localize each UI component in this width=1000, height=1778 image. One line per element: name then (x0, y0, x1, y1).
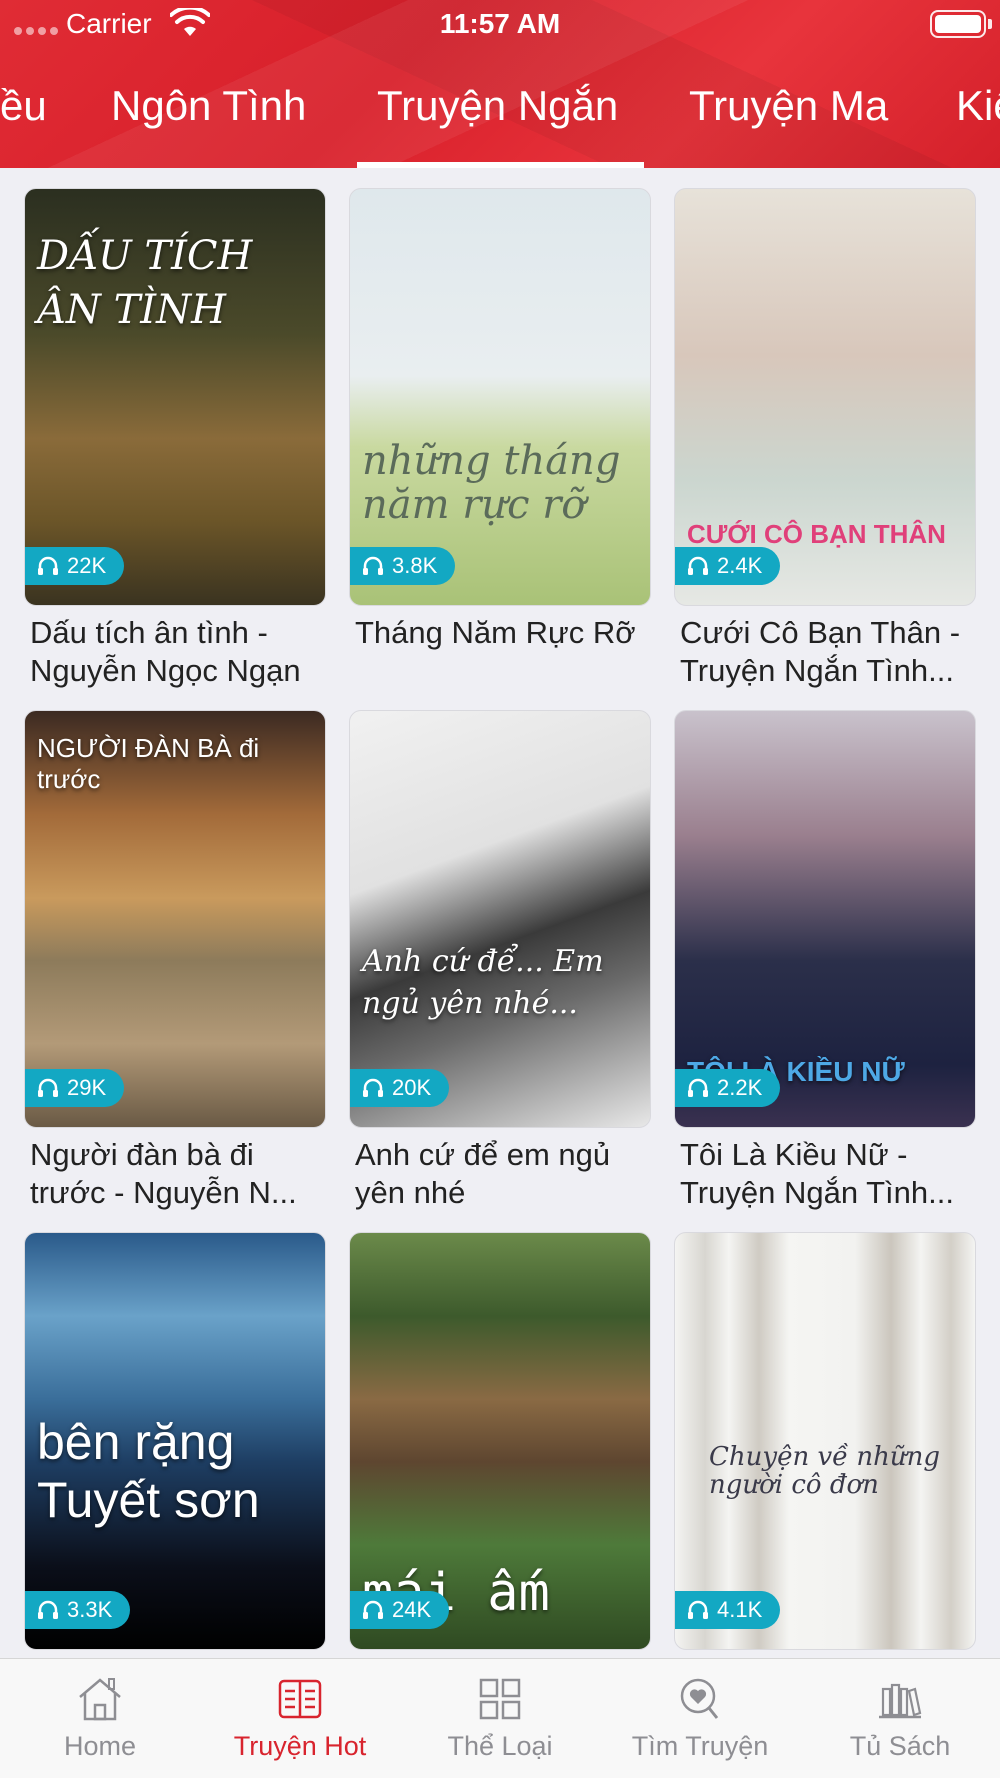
headphones-icon (38, 1600, 58, 1619)
listen-count: 29K (67, 1075, 107, 1100)
book-card[interactable]: những tháng năm rực rỡ 3.8K Tháng Năm Rự… (349, 188, 651, 652)
headphones-icon (363, 1078, 383, 1097)
tabbar-search-label: Tìm Truyện (631, 1731, 769, 1761)
book-card[interactable]: Anh cứ để... Em ngủ yên nhé... 20K Anh c… (349, 710, 651, 1212)
book-cover[interactable]: CƯỚI CÔ BẠN THÂN 2.4K (674, 188, 976, 606)
book-cover[interactable]: mái ấm 24K (349, 1232, 651, 1650)
cover-text: Anh cứ để... Em ngủ yên nhé... (362, 944, 604, 1021)
listen-count-badge: 2.4K (675, 547, 781, 585)
cover-text: NGƯỜI ĐÀN BÀ đi trước (37, 733, 260, 794)
battery-icon (930, 10, 992, 38)
cover-text: CƯỚI CÔ BẠN THÂN (687, 519, 946, 549)
book-cover[interactable]: DẤU TÍCH ÂN TÌNH 22K (24, 188, 326, 606)
tabbar-hot[interactable]: Truyện Hot (200, 1675, 400, 1762)
bottom-tab-bar: Home Truyện Hot Thể Loại Tìm Truyện Tủ S… (0, 1658, 1000, 1778)
tabbar-categories[interactable]: Thể Loại (400, 1675, 600, 1762)
tab-previous[interactable]: ều (0, 82, 47, 130)
home-icon (79, 1678, 121, 1721)
headphones-icon (363, 1600, 383, 1619)
book-card[interactable]: bên rặng Tuyết sơn 3.3K (24, 1232, 326, 1658)
tabbar-bookshelf-label: Tủ Sách (849, 1731, 951, 1761)
cover-text: Chuyện về những người cô đơn (709, 1442, 941, 1500)
book-card[interactable]: DẤU TÍCH ÂN TÌNH 22K Dấu tích ân tình - … (24, 188, 326, 690)
listen-count-badge: 24K (350, 1591, 450, 1629)
tabbar-search[interactable]: Tìm Truyện (600, 1675, 800, 1762)
listen-count: 3.8K (392, 553, 438, 578)
cover-text: những tháng năm rực rỡ (362, 438, 621, 528)
tab-truyen-ma[interactable]: Truyện Ma (689, 82, 888, 130)
book-cover[interactable]: những tháng năm rực rỡ 3.8K (349, 188, 651, 606)
tabbar-hot-label: Truyện Hot (233, 1731, 367, 1761)
book-cover[interactable]: bên rặng Tuyết sơn 3.3K (24, 1232, 326, 1650)
headphones-icon (688, 556, 708, 575)
book-open-icon (278, 1679, 322, 1719)
tab-truyen-ngan[interactable]: Truyện Ngắn (377, 82, 618, 130)
listen-count-badge: 22K (25, 547, 125, 585)
listen-count: 2.4K (717, 553, 763, 578)
listen-count-badge: 2.2K (675, 1069, 781, 1107)
book-cover[interactable]: Chuyện về những người cô đơn 4.1K (674, 1232, 976, 1650)
book-cover[interactable]: Anh cứ để... Em ngủ yên nhé... 20K (349, 710, 651, 1128)
listen-count: 22K (67, 553, 107, 578)
listen-count-badge: 3.8K (350, 547, 456, 585)
book-title[interactable]: Anh cứ để em ngủ yên nhé (349, 1136, 651, 1212)
book-card[interactable]: NGƯỜI ĐÀN BÀ đi trước 29K Người đàn bà đ… (24, 710, 326, 1212)
book-title[interactable]: Dấu tích ân tình - Nguyễn Ngọc Ngạn (24, 614, 326, 690)
cover-text: bên rặng Tuyết sơn (37, 1414, 260, 1528)
book-card[interactable]: mái ấm 24K (349, 1232, 651, 1658)
book-title[interactable]: Người đàn bà đi trước - Nguyễn N... (24, 1136, 326, 1212)
listen-count: 24K (392, 1597, 432, 1622)
tab-next[interactable]: Kiế (956, 82, 1000, 130)
headphones-icon (688, 1600, 708, 1619)
book-card[interactable]: TÔI LÀ KIỀU NỮ 2.2K Tôi Là Kiều Nữ - Tru… (674, 710, 976, 1212)
grid-icon (479, 1678, 521, 1720)
listen-count-badge: 29K (25, 1069, 125, 1107)
search-heart-icon (680, 1678, 719, 1719)
book-title[interactable]: Cưới Cô Bạn Thân - Truyện Ngắn Tình... (674, 614, 976, 690)
status-bar: Carrier 11:57 AM (0, 0, 1000, 50)
book-cover[interactable]: TÔI LÀ KIỀU NỮ 2.2K (674, 710, 976, 1128)
book-card[interactable]: CƯỚI CÔ BẠN THÂN 2.4K Cưới Cô Bạn Thân -… (674, 188, 976, 690)
tabbar-home-label: Home (63, 1731, 137, 1761)
tabbar-home[interactable]: Home (0, 1675, 200, 1762)
listen-count: 20K (392, 1075, 432, 1100)
status-time: 11:57 AM (439, 8, 561, 39)
headphones-icon (688, 1078, 708, 1097)
listen-count: 2.2K (717, 1075, 763, 1100)
headphones-icon (363, 556, 383, 575)
book-title[interactable]: Tôi Là Kiều Nữ - Truyện Ngắn Tình... (674, 1136, 976, 1212)
tab-ngon-tinh[interactable]: Ngôn Tình (111, 82, 306, 130)
category-tabs: ều Ngôn Tình Truyện Ngắn Truyện Ma Kiế (0, 72, 1000, 168)
bookshelf-icon (879, 1683, 922, 1719)
headphones-icon (38, 556, 58, 575)
listen-count: 4.1K (717, 1597, 763, 1622)
listen-count: 3.3K (67, 1597, 113, 1622)
headphones-icon (38, 1078, 58, 1097)
listen-count-badge: 4.1K (675, 1591, 781, 1629)
cover-text: DẤU TÍCH ÂN TÌNH (37, 233, 253, 333)
tabbar-categories-label: Thể Loại (447, 1731, 553, 1761)
book-grid: DẤU TÍCH ÂN TÌNH 22K Dấu tích ân tình - … (0, 168, 1000, 1658)
listen-count-badge: 20K (350, 1069, 450, 1107)
book-cover[interactable]: NGƯỜI ĐÀN BÀ đi trước 29K (24, 710, 326, 1128)
tabbar-bookshelf[interactable]: Tủ Sách (800, 1675, 1000, 1762)
header: Carrier 11:57 AM ều Ngôn Tình Truyện Ngắ… (0, 0, 1000, 168)
book-card[interactable]: Chuyện về những người cô đơn 4.1K (674, 1232, 976, 1658)
book-title[interactable]: Tháng Năm Rực Rỡ (349, 614, 651, 652)
listen-count-badge: 3.3K (25, 1591, 131, 1629)
